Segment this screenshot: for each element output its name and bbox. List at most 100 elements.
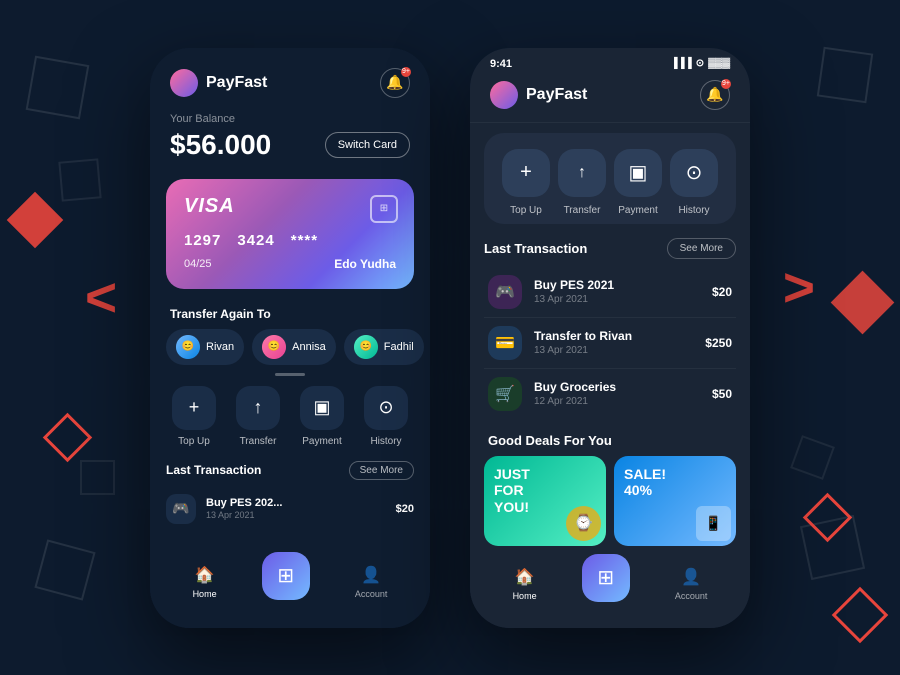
right-actions-grid: + Top Up ↑ Transfer ▣ Payment ⊙ History xyxy=(484,133,736,224)
right-tx-name-groceries: Buy Groceries xyxy=(534,380,700,394)
signal-icon: ▐▐▐ xyxy=(670,58,691,69)
history-label: History xyxy=(370,436,401,447)
contact-name-annisa: Annisa xyxy=(292,341,326,353)
card-numbers: 1297 3424 **** xyxy=(184,232,396,249)
home-label: Home xyxy=(193,589,217,599)
last-tx-header: Last Transaction See More xyxy=(150,453,430,486)
right-tx-icon-grocery: 🛒 xyxy=(488,377,522,411)
topup-icon: + xyxy=(172,386,216,430)
card-expiry: 04/25 xyxy=(184,258,212,270)
contacts-row: 😊 Rivan 😊 Annisa 😊 Fadhil xyxy=(150,329,430,365)
action-topup[interactable]: + Top Up xyxy=(166,386,222,447)
notification-badge: 9+ xyxy=(401,67,411,77)
see-more-button[interactable]: See More xyxy=(349,461,414,480)
last-tx-title: Last Transaction xyxy=(166,463,261,477)
payfast-logo-icon xyxy=(170,69,198,97)
right-tx-name-pes: Buy PES 2021 xyxy=(534,278,700,292)
right-app-name: PayFast xyxy=(526,86,587,104)
right-tx-icon-transfer: 💳 xyxy=(488,326,522,360)
right-tx-icon-game: 🎮 xyxy=(488,275,522,309)
right-tx-pes: 🎮 Buy PES 2021 13 Apr 2021 $20 xyxy=(484,267,736,318)
tx-icon-game: 🎮 xyxy=(166,494,196,524)
right-topup-icon: + xyxy=(502,149,550,197)
left-phone-inner: PayFast 🔔 9+ Your Balance $56.000 Switch… xyxy=(150,48,430,628)
time: 9:41 xyxy=(490,58,512,70)
right-action-transfer[interactable]: ↑ Transfer xyxy=(556,149,608,216)
right-notification-bell[interactable]: 🔔 9+ xyxy=(700,80,730,110)
battery-icon: ▓▓▓ xyxy=(708,58,730,69)
deal-card-1[interactable]: JUSTFORYOU! ⌚ xyxy=(484,456,606,546)
right-account-icon: 👤 xyxy=(680,566,702,588)
right-last-tx: Last Transaction See More 🎮 Buy PES 2021… xyxy=(470,234,750,423)
header-logo: PayFast xyxy=(170,69,267,97)
tx-info: Buy PES 202... 13 Apr 2021 xyxy=(206,497,386,520)
wifi-icon: ⊙ xyxy=(696,58,704,69)
right-bottom-nav: 🏠 Home ⊞ 👤 Account xyxy=(470,546,750,628)
right-notif-badge: 9+ xyxy=(721,79,731,89)
action-history[interactable]: ⊙ History xyxy=(358,386,414,447)
deal-card-2[interactable]: SALE!40% 📱 xyxy=(614,456,736,546)
contact-annisa[interactable]: 😊 Annisa xyxy=(252,329,336,365)
account-icon: 👤 xyxy=(360,564,382,586)
right-tx-date-rivan: 13 Apr 2021 xyxy=(534,345,693,356)
payment-label: Payment xyxy=(302,436,341,447)
right-phone-inner: 9:41 ▐▐▐ ⊙ ▓▓▓ PayFast 🔔 9+ xyxy=(470,48,750,628)
phone-right: 9:41 ▐▐▐ ⊙ ▓▓▓ PayFast 🔔 9+ xyxy=(470,48,750,628)
card-brand: VISA xyxy=(184,195,396,218)
right-tx-amount-pes: $20 xyxy=(712,285,732,299)
scroll-dot xyxy=(275,373,305,376)
right-payment-label: Payment xyxy=(618,205,657,216)
payment-icon: ▣ xyxy=(300,386,344,430)
deal-tablet-icon: 📱 xyxy=(696,506,731,541)
app-name: PayFast xyxy=(206,74,267,92)
right-tx-name-rivan: Transfer to Rivan xyxy=(534,329,693,343)
transfer-section-title: Transfer Again To xyxy=(150,297,430,329)
card-num-3: **** xyxy=(291,232,318,249)
nav-account[interactable]: 👤 Account xyxy=(355,564,388,599)
right-tx-header: Last Transaction See More xyxy=(484,238,736,259)
right-nav-home[interactable]: 🏠 Home xyxy=(513,566,537,601)
balance-amount: $56.000 xyxy=(170,129,271,161)
deal-text-1: JUSTFORYOU! xyxy=(494,466,530,516)
right-home-icon: 🏠 xyxy=(514,566,536,588)
tx-item-pes: 🎮 Buy PES 202... 13 Apr 2021 $20 xyxy=(150,486,430,532)
contact-name-fadhil: Fadhil xyxy=(384,341,414,353)
notification-bell[interactable]: 🔔 9+ xyxy=(380,68,410,98)
right-tx-info-pes: Buy PES 2021 13 Apr 2021 xyxy=(534,278,700,305)
nav-home[interactable]: 🏠 Home xyxy=(193,564,217,599)
right-see-more-button[interactable]: See More xyxy=(667,238,736,259)
right-payment-icon: ▣ xyxy=(614,149,662,197)
right-tx-groceries: 🛒 Buy Groceries 12 Apr 2021 $50 xyxy=(484,369,736,419)
avatar-annisa: 😊 xyxy=(262,335,286,359)
nav-center-button[interactable]: ⊞ xyxy=(262,552,310,600)
right-transfer-label: Transfer xyxy=(564,205,601,216)
contact-rivan[interactable]: 😊 Rivan xyxy=(166,329,244,365)
right-topup-label: Top Up xyxy=(510,205,542,216)
transfer-label: Transfer xyxy=(240,436,277,447)
right-tx-rivan: 💳 Transfer to Rivan 13 Apr 2021 $250 xyxy=(484,318,736,369)
right-action-history[interactable]: ⊙ History xyxy=(668,149,720,216)
right-history-icon: ⊙ xyxy=(670,149,718,197)
card-num-1: 1297 xyxy=(184,232,221,249)
right-tx-title: Last Transaction xyxy=(484,241,587,256)
right-tx-info-groceries: Buy Groceries 12 Apr 2021 xyxy=(534,380,700,407)
contact-fadhil[interactable]: 😊 Fadhil xyxy=(344,329,424,365)
action-transfer[interactable]: ↑ Transfer xyxy=(230,386,286,447)
right-nav-center-button[interactable]: ⊞ xyxy=(582,554,630,602)
left-header: PayFast 🔔 9+ xyxy=(150,48,430,108)
deal-watch-icon: ⌚ xyxy=(566,506,601,541)
right-action-payment[interactable]: ▣ Payment xyxy=(612,149,664,216)
right-nav-account[interactable]: 👤 Account xyxy=(675,566,708,601)
right-history-label: History xyxy=(678,205,709,216)
balance-section: Your Balance $56.000 Switch Card xyxy=(150,108,430,171)
switch-card-button[interactable]: Switch Card xyxy=(325,132,410,158)
status-bar: 9:41 ▐▐▐ ⊙ ▓▓▓ xyxy=(470,48,750,76)
right-header-logo: PayFast xyxy=(490,81,587,109)
avatar-fadhil: 😊 xyxy=(354,335,378,359)
card-num-2: 3424 xyxy=(237,232,274,249)
topup-label: Top Up xyxy=(178,436,210,447)
card-bottom: 04/25 Edo Yudha xyxy=(184,257,396,271)
deal-text-2: SALE!40% xyxy=(624,466,666,500)
right-action-topup[interactable]: + Top Up xyxy=(500,149,552,216)
action-payment[interactable]: ▣ Payment xyxy=(294,386,350,447)
